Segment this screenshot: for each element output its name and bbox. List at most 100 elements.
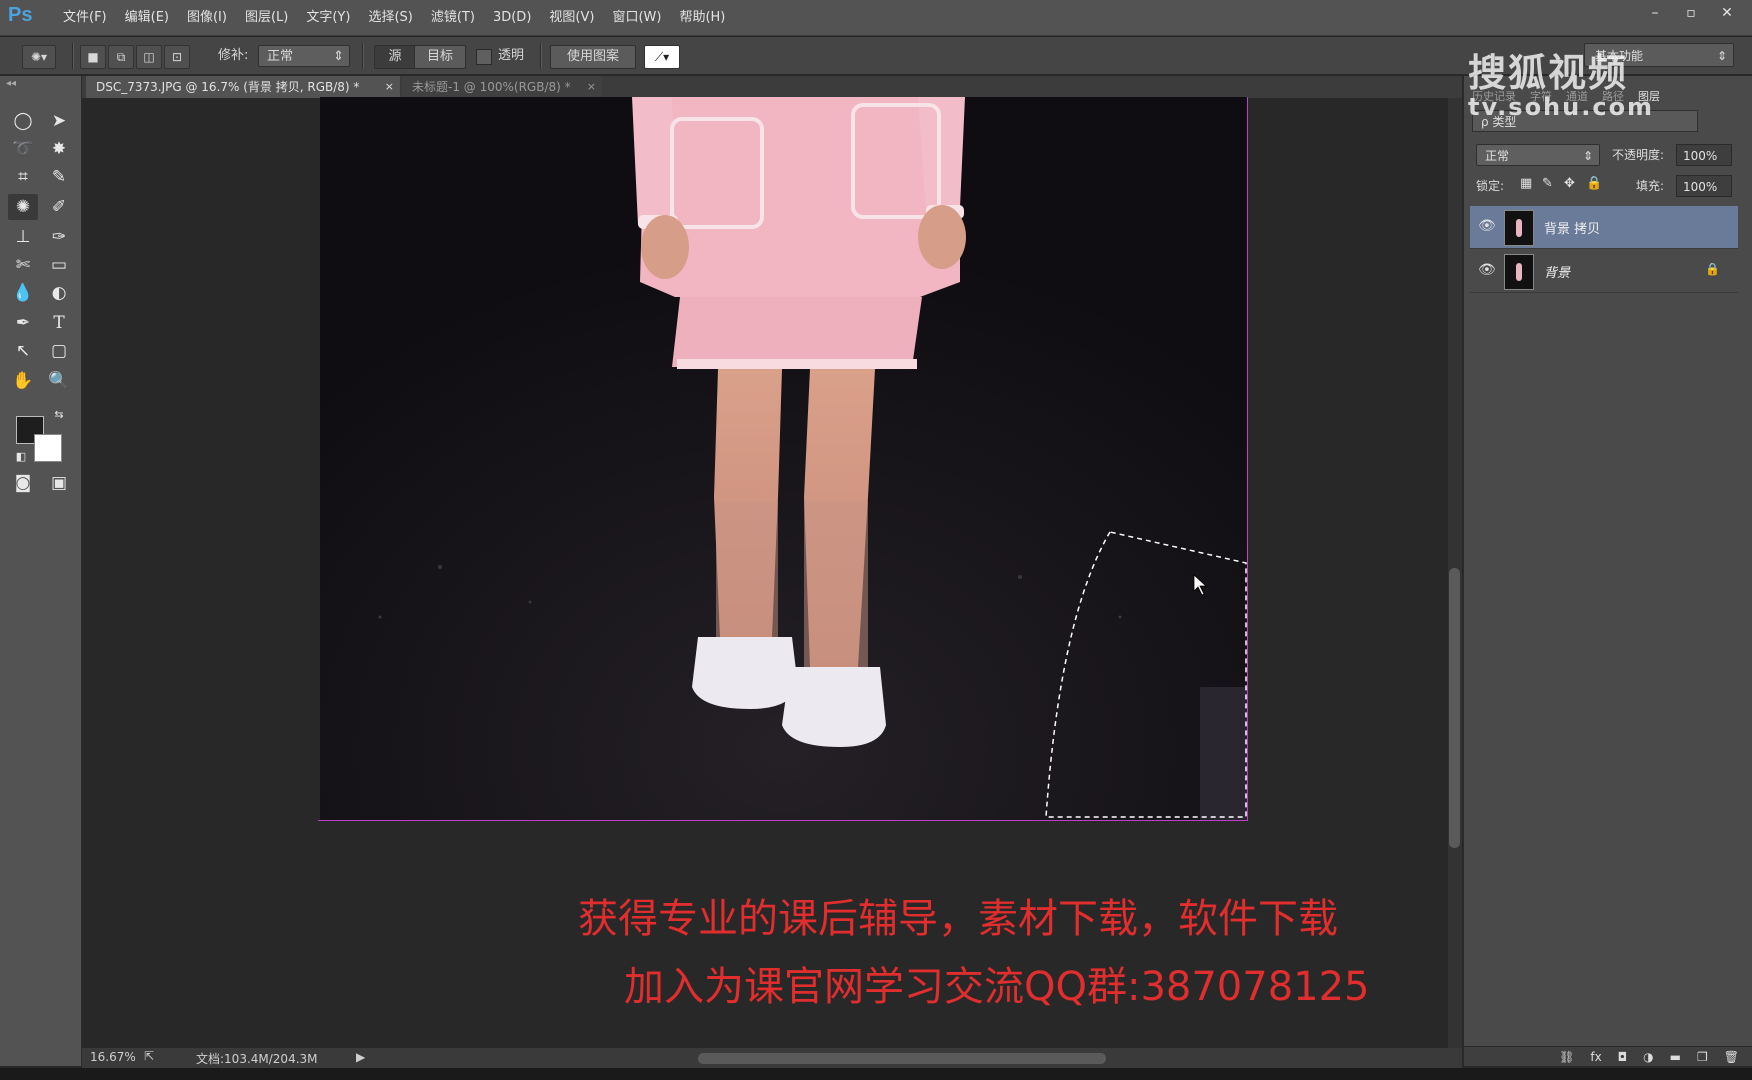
magic-wand-icon[interactable]: ✸ <box>44 136 74 162</box>
menu-filter[interactable]: 滤镜(T) <box>422 0 484 36</box>
fill-label: 填充: <box>1636 179 1665 193</box>
menu-image[interactable]: 图像(I) <box>178 0 236 36</box>
zoom-level[interactable]: 16.67% <box>90 1050 136 1064</box>
menu-edit[interactable]: 编辑(E) <box>116 0 178 36</box>
lasso-tool-icon[interactable]: ➰ <box>8 136 38 162</box>
screen-mode-icon[interactable]: ▣ <box>44 470 74 496</box>
lock-transparent-icon[interactable]: ▦ <box>1520 176 1532 191</box>
subtract-selection-icon[interactable]: ◫ <box>136 45 162 69</box>
select-arrows-icon: ⇕ <box>1582 149 1593 163</box>
blend-mode-select[interactable]: 正常 ⇕ <box>1476 144 1600 166</box>
layer-row-background-copy[interactable]: 👁 背景 拷贝 <box>1470 206 1738 249</box>
minimize-button[interactable]: – <box>1640 2 1670 24</box>
menu-3d[interactable]: 3D(D) <box>484 0 540 36</box>
eraser-tool-icon[interactable]: ✄ <box>8 252 38 278</box>
select-arrows-icon: ⇕ <box>333 49 344 64</box>
patch-mode-select[interactable]: 正常 ⇕ <box>258 45 350 67</box>
mask-icon[interactable]: ◘ <box>1618 1047 1628 1066</box>
document-canvas-photo[interactable] <box>320 97 1248 821</box>
new-layer-icon[interactable]: ❐ <box>1697 1047 1708 1066</box>
lock-pixels-icon[interactable]: ✎ <box>1542 176 1553 191</box>
menu-select[interactable]: 选择(S) <box>359 0 421 36</box>
close-icon[interactable]: × <box>587 76 596 98</box>
shape-tool-icon[interactable]: ▢ <box>44 338 74 364</box>
use-pattern-button[interactable]: 使用图案 <box>550 45 636 69</box>
window-bottom-edge <box>0 1068 1752 1080</box>
move-tool-icon[interactable]: ➤ <box>44 108 74 134</box>
collapse-icon[interactable]: ◂◂ <box>6 78 16 89</box>
status-menu-arrow-icon[interactable]: ▶ <box>356 1050 365 1064</box>
document-info: 文档:103.4M/204.3M <box>196 1052 318 1066</box>
menu-type[interactable]: 文字(Y) <box>297 0 359 36</box>
clone-stamp-icon[interactable]: ⊥ <box>8 224 38 250</box>
eyedropper-icon[interactable]: ✎ <box>44 164 74 190</box>
transparent-checkbox[interactable] <box>476 49 492 65</box>
add-selection-icon[interactable]: ⧉ <box>108 45 134 69</box>
fx-icon[interactable]: fx <box>1590 1047 1601 1066</box>
lock-position-icon[interactable]: ✥ <box>1564 176 1575 191</box>
trash-icon[interactable]: 🗑 <box>1724 1047 1739 1066</box>
type-tool-icon[interactable]: T <box>44 310 74 336</box>
blur-tool-icon[interactable]: 💧 <box>8 280 38 306</box>
menu-window[interactable]: 窗口(W) <box>603 0 670 36</box>
background-color-swatch[interactable] <box>34 434 62 462</box>
tab-dsc7373[interactable]: DSC_7373.JPG @ 16.7% (背景 拷贝, RGB/8) * × <box>86 76 400 98</box>
pattern-picker-icon[interactable]: ⟋▾ <box>644 45 680 69</box>
layer-thumbnail <box>1504 210 1534 246</box>
blend-mode-value: 正常 <box>1485 149 1510 163</box>
swap-colors-icon[interactable]: ⇆ <box>44 402 74 428</box>
layers-panel: 历史记录 字符 通道 路径 图层 ρ 类型 正常 ⇕ 不透明度: 100% 锁定:… <box>1463 76 1752 1066</box>
source-button[interactable]: 源 <box>374 45 416 69</box>
intersect-selection-icon[interactable]: ⊡ <box>164 45 190 69</box>
brush-tool-icon[interactable]: ✐ <box>44 194 74 220</box>
lock-label: 锁定: <box>1476 179 1505 193</box>
eye-icon[interactable]: 👁 <box>1478 218 1496 234</box>
new-selection-icon[interactable]: ■ <box>80 45 106 69</box>
marquee-tool-icon[interactable]: ◯ <box>8 108 38 134</box>
zoom-tool-icon[interactable]: 🔍 <box>44 368 74 394</box>
tab-untitled-1[interactable]: 未标题-1 @ 100%(RGB/8) * × <box>402 76 602 98</box>
layer-row-background[interactable]: 👁 背景 🔒 <box>1470 250 1738 293</box>
layer-name: 背景 拷贝 <box>1544 222 1601 237</box>
folder-icon[interactable]: ▬ <box>1670 1047 1681 1066</box>
close-button[interactable]: ✕ <box>1712 2 1742 24</box>
export-icon[interactable]: ⇱ <box>144 1049 154 1063</box>
pen-tool-icon[interactable]: ✒ <box>8 310 38 336</box>
path-selection-icon[interactable]: ↖ <box>8 338 38 364</box>
history-brush-icon[interactable]: ✑ <box>44 224 74 250</box>
patch-mode-value: 正常 <box>267 49 294 64</box>
promo-text-line-1: 获得专业的课后辅导，素材下载，软件下载 <box>578 896 1338 942</box>
tools-panel: ◂◂ ◯ ➤ ➰ ✸ ⌗ ✎ ✺ ✐ ⊥ ✑ ✄ ▭ 💧 ◐ ✒ T ↖ ▢ ✋… <box>0 76 82 1066</box>
opacity-field[interactable]: 100% <box>1676 144 1732 166</box>
dodge-tool-icon[interactable]: ◐ <box>44 280 74 306</box>
menu-file[interactable]: 文件(F) <box>54 0 116 36</box>
patch-tool-icon[interactable]: ✺ <box>8 194 38 220</box>
close-icon[interactable]: × <box>385 76 394 98</box>
menu-view[interactable]: 视图(V) <box>540 0 603 36</box>
menu-layer[interactable]: 图层(L) <box>236 0 297 36</box>
menu-help[interactable]: 帮助(H) <box>670 0 734 36</box>
lock-icon: 🔒 <box>1705 262 1720 276</box>
adjustment-icon[interactable]: ◑ <box>1643 1047 1653 1066</box>
default-colors-icon[interactable]: ◧ <box>6 444 36 470</box>
window-controls: – ▫ ✕ <box>1640 2 1742 24</box>
gradient-tool-icon[interactable]: ▭ <box>44 252 74 278</box>
patch-tool-preset-icon[interactable]: ✺▾ <box>22 45 56 69</box>
sohu-watermark: 搜狐视频 tv.sohu.com <box>1468 42 1654 121</box>
maximize-button[interactable]: ▫ <box>1676 2 1706 24</box>
select-arrows-icon: ⇕ <box>1716 49 1727 63</box>
fill-field[interactable]: 100% <box>1676 175 1732 197</box>
link-icon[interactable]: ⛓ <box>1559 1047 1574 1066</box>
crop-tool-icon[interactable]: ⌗ <box>8 164 38 190</box>
hand-tool-icon[interactable]: ✋ <box>8 368 38 394</box>
watermark-line-1: 搜狐视频 <box>1468 51 1629 95</box>
vertical-scroll-thumb[interactable] <box>1449 568 1460 848</box>
layer-thumbnail <box>1504 254 1534 290</box>
photo-illustration <box>320 97 1248 821</box>
target-button[interactable]: 目标 <box>414 45 466 69</box>
eye-icon[interactable]: 👁 <box>1478 262 1496 278</box>
horizontal-scroll-thumb[interactable] <box>698 1053 1106 1064</box>
document-tabs: DSC_7373.JPG @ 16.7% (背景 拷贝, RGB/8) * × … <box>82 76 1462 98</box>
quick-mask-icon[interactable]: ◙ <box>8 470 38 496</box>
lock-all-icon[interactable]: 🔒 <box>1586 176 1602 191</box>
